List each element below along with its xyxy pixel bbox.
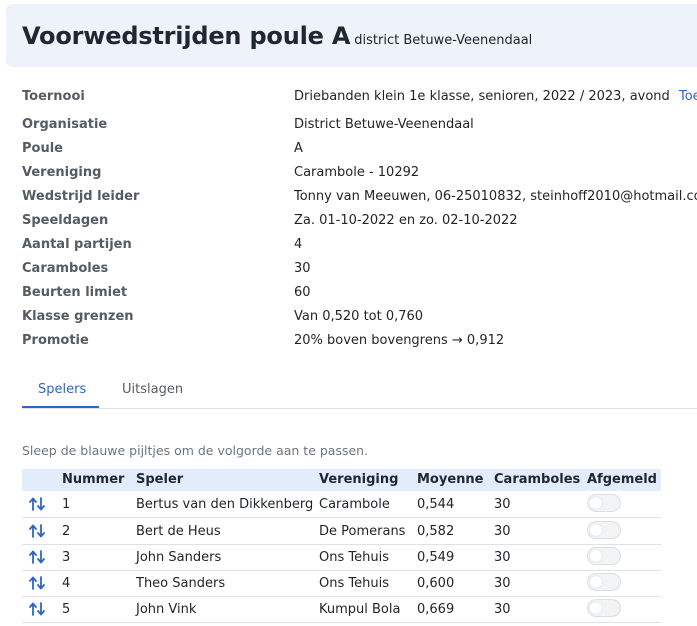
cell-caramboles: 30: [494, 576, 511, 591]
afgemeld-toggle[interactable]: [587, 521, 621, 539]
cell-vereniging: De Pomerans: [319, 524, 406, 539]
table-row: 5 John Vink Kumpul Bola 0,669 30: [22, 596, 661, 623]
info-row-speeldagen: Speeldagen Za. 01-10-2022 en zo. 02-10-2…: [0, 213, 697, 233]
info-value: District Betuwe-Veenendaal: [294, 117, 474, 132]
sort-arrows-icon[interactable]: [29, 524, 47, 538]
info-label: Wedstrijd leider: [22, 189, 140, 204]
info-row-aantal-partijen: Aantal partijen 4: [0, 237, 697, 257]
cell-vereniging: Ons Tehuis: [319, 550, 389, 565]
column-header-vereniging[interactable]: Vereniging: [319, 472, 398, 487]
cell-speler: John Vink: [136, 602, 197, 617]
cell-nummer: 1: [62, 497, 71, 512]
afgemeld-toggle[interactable]: [587, 573, 621, 591]
info-row-toernooi: Toernooi Driebanden klein 1e klasse, sen…: [0, 89, 697, 109]
table-header: Nummer Speler Vereniging Moyenne Carambo…: [22, 469, 661, 491]
column-header-caramboles[interactable]: Caramboles: [494, 472, 580, 487]
info-row-promotie: Promotie 20% boven bovengrens → 0,912: [0, 333, 697, 353]
sort-arrows-icon[interactable]: [29, 576, 47, 590]
info-row-organisatie: Organisatie District Betuwe-Veenendaal: [0, 117, 697, 137]
sort-arrows-icon[interactable]: [29, 497, 47, 511]
info-label: Promotie: [22, 333, 89, 348]
cell-moyenne: 0,544: [417, 497, 455, 512]
tournament-link[interactable]: Toe: [679, 89, 697, 104]
cell-nummer: 2: [62, 524, 71, 539]
info-value: Carambole - 10292: [294, 165, 420, 180]
column-header-afgemeld[interactable]: Afgemeld: [587, 472, 657, 487]
table-row: 3 John Sanders Ons Tehuis 0,549 30: [22, 544, 661, 571]
cell-vereniging: Kumpul Bola: [319, 602, 401, 617]
cell-vereniging: Carambole: [319, 497, 390, 512]
info-label: Poule: [22, 141, 63, 156]
afgemeld-toggle[interactable]: [587, 494, 621, 512]
info-value: 4: [294, 237, 303, 252]
info-label: Speeldagen: [22, 213, 109, 228]
info-row-klasse-grenzen: Klasse grenzen Van 0,520 tot 0,760: [0, 309, 697, 329]
cell-moyenne: 0,600: [417, 576, 455, 591]
afgemeld-toggle[interactable]: [587, 547, 621, 565]
info-row-poule: Poule A: [0, 141, 697, 161]
sort-arrows-icon[interactable]: [29, 602, 47, 616]
info-row-wedstrijd-leider: Wedstrijd leider Tonny van Meeuwen, 06-2…: [0, 189, 697, 209]
info-value: A: [294, 141, 303, 156]
table-row: 4 Theo Sanders Ons Tehuis 0,600 30: [22, 570, 661, 597]
cell-vereniging: Ons Tehuis: [319, 576, 389, 591]
info-label: Organisatie: [22, 117, 108, 132]
info-value: Tonny van Meeuwen, 06-25010832, steinhof…: [294, 189, 697, 204]
table-row: 2 Bert de Heus De Pomerans 0,582 30: [22, 518, 661, 545]
cell-caramboles: 30: [494, 550, 511, 565]
column-header-speler[interactable]: Speler: [136, 472, 183, 487]
tab-uitslagen[interactable]: Uitslagen: [122, 382, 183, 414]
cell-moyenne: 0,582: [417, 524, 455, 539]
cell-speler: Theo Sanders: [136, 576, 226, 591]
info-row-vereniging: Vereniging Carambole - 10292: [0, 165, 697, 185]
info-label: Caramboles: [22, 261, 109, 276]
cell-moyenne: 0,669: [417, 602, 455, 617]
sort-arrows-icon[interactable]: [29, 550, 47, 564]
tournament-info: Toernooi Driebanden klein 1e klasse, sen…: [0, 0, 697, 360]
info-label: Toernooi: [22, 89, 85, 104]
info-value: Driebanden klein 1e klasse, senioren, 20…: [294, 89, 670, 104]
cell-caramboles: 30: [494, 524, 511, 539]
info-value: Za. 01-10-2022 en zo. 02-10-2022: [294, 213, 518, 228]
column-header-moyenne[interactable]: Moyenne: [417, 472, 484, 487]
table-row: 1 Bertus van den Dikkenberg Carambole 0,…: [22, 491, 661, 518]
tab-divider: [22, 408, 697, 409]
cell-nummer: 4: [62, 576, 71, 591]
cell-speler: John Sanders: [136, 550, 222, 565]
info-value: 20% boven bovengrens → 0,912: [294, 333, 505, 348]
cell-moyenne: 0,549: [417, 550, 455, 565]
tab-spelers[interactable]: Spelers: [38, 382, 86, 414]
info-label: Aantal partijen: [22, 237, 132, 252]
reorder-hint: Sleep de blauwe pijltjes om de volgorde …: [22, 443, 369, 458]
cell-caramboles: 30: [494, 497, 511, 512]
cell-speler: Bertus van den Dikkenberg: [136, 497, 314, 512]
info-label: Beurten limiet: [22, 285, 128, 300]
info-row-beurten-limiet: Beurten limiet 60: [0, 285, 697, 305]
info-value: 60: [294, 285, 311, 300]
info-label: Vereniging: [22, 165, 102, 180]
info-row-caramboles: Caramboles 30: [0, 261, 697, 281]
info-value: 30: [294, 261, 311, 276]
cell-nummer: 5: [62, 602, 71, 617]
info-label: Klasse grenzen: [22, 309, 134, 324]
cell-speler: Bert de Heus: [136, 524, 221, 539]
column-header-nummer[interactable]: Nummer: [62, 472, 124, 487]
cell-caramboles: 30: [494, 602, 511, 617]
cell-nummer: 3: [62, 550, 71, 565]
afgemeld-toggle[interactable]: [587, 599, 621, 617]
info-value: Van 0,520 tot 0,760: [294, 309, 424, 324]
